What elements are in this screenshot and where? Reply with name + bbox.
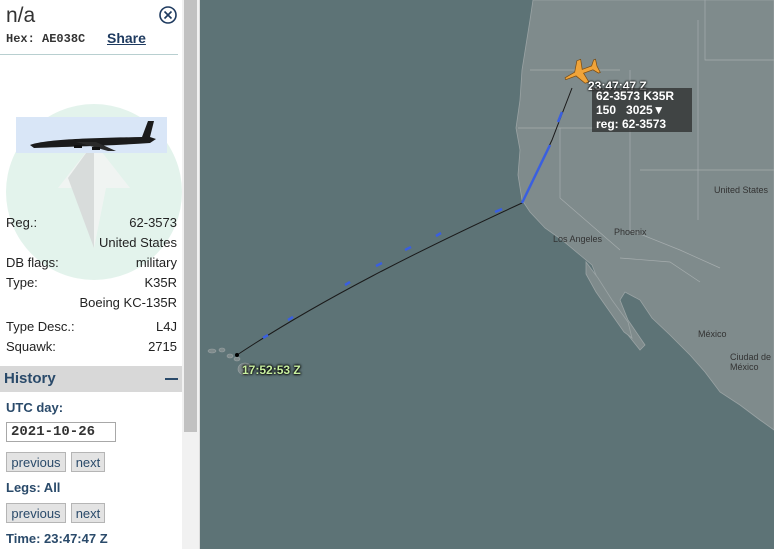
map-view[interactable]: Los Angeles Phoenix United States México…	[200, 0, 774, 549]
db-flags-value: military	[135, 255, 177, 270]
map-label-phoenix: Phoenix	[614, 227, 647, 237]
map-label-los-angeles: Los Angeles	[553, 234, 603, 244]
legs-label: Legs: All	[6, 480, 61, 495]
track-start-point	[235, 353, 239, 357]
country-value: United States	[98, 235, 177, 250]
type-desc-value: L4J	[156, 319, 177, 334]
aircraft-callsign-title: n/a	[6, 4, 36, 27]
time-label: Time: 23:47:47 Z	[6, 531, 108, 546]
history-header[interactable]: History	[0, 366, 182, 392]
type-value: K35R	[144, 275, 177, 290]
previous-day-button[interactable]: previous	[6, 452, 66, 472]
date-input[interactable]: 2021-10-26	[6, 422, 116, 442]
utc-day-label: UTC day:	[6, 400, 64, 415]
squawk-value: 2715	[148, 339, 177, 354]
share-link[interactable]: Share	[107, 30, 146, 46]
map-canvas[interactable]	[200, 0, 774, 549]
hex-value: AE038C	[42, 32, 86, 46]
next-day-button[interactable]: next	[71, 452, 105, 472]
type-desc-label: Type Desc.:	[6, 319, 75, 334]
sidebar-scrollbar[interactable]	[182, 0, 200, 549]
aircraft-info-panel: n/a Hex: AE038C Share Reg.: 62-3573 Unit…	[0, 0, 182, 549]
hex-label: Hex:	[6, 32, 35, 46]
divider	[0, 54, 178, 55]
previous-leg-button[interactable]: previous	[6, 503, 66, 523]
type-full-name-value: Boeing KC-135R	[79, 295, 177, 310]
aircraft-map-label[interactable]: 62-3573 K35R 150 3025▼ reg: 62-3573	[592, 88, 692, 132]
hex-row: Hex: AE038C	[6, 32, 85, 46]
db-flags-label: DB flags:	[6, 255, 59, 270]
start-time-label: 17:52:53 Z	[242, 363, 301, 377]
aircraft-thumbnail	[16, 117, 167, 153]
aircraft-label-line3: reg: 62-3573	[596, 117, 667, 131]
aircraft-label-line1: 62-3573 K35R	[596, 89, 675, 103]
map-label-mexico: México	[698, 329, 727, 339]
next-leg-button[interactable]: next	[71, 503, 105, 523]
map-label-ciudad-de-mexico: Ciudad de México	[730, 352, 772, 372]
collapse-icon[interactable]	[165, 378, 178, 380]
close-icon[interactable]	[159, 6, 177, 24]
reg-label: Reg.:	[6, 215, 38, 230]
aircraft-label-line2: 150 3025▼	[596, 103, 665, 117]
squawk-label: Squawk:	[6, 339, 56, 354]
map-label-united-states: United States	[714, 185, 769, 195]
type-label: Type:	[6, 275, 38, 290]
history-title: History	[4, 370, 56, 387]
scrollbar-thumb[interactable]	[184, 0, 197, 432]
reg-value: 62-3573	[129, 215, 177, 230]
